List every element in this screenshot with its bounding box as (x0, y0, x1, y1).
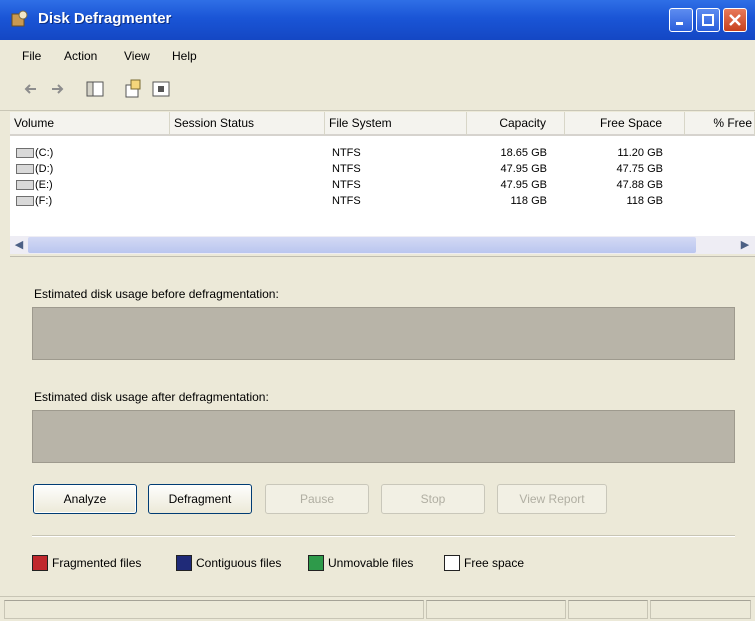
status-bar (0, 596, 755, 621)
volume-name: (F:) (35, 195, 53, 207)
horizontal-scrollbar[interactable]: ◀ ▶ (10, 236, 755, 254)
help-icon[interactable] (150, 78, 172, 100)
legend-label-unmovable: Unmovable files (328, 556, 414, 570)
pause-button[interactable]: Pause (265, 484, 369, 514)
defragment-button[interactable]: Defragment (148, 484, 252, 514)
usage-after-label: Estimated disk usage after defragmentati… (34, 390, 269, 404)
volume-row-e[interactable]: (E:) NTFS 47.95 GB 47.88 GB (10, 177, 755, 193)
volume-name: (D:) (35, 163, 54, 175)
volume-row-c[interactable]: (C:) NTFS 18.65 GB 11.20 GB (10, 145, 755, 161)
legend-swatch-contiguous (176, 555, 192, 571)
scroll-right-arrow-icon[interactable]: ▶ (737, 237, 753, 253)
maximize-button[interactable] (696, 8, 720, 32)
forward-arrow-icon[interactable] (46, 78, 68, 100)
free-space-cell: 47.75 GB (616, 163, 663, 175)
properties-icon[interactable] (122, 78, 144, 100)
hard-drive-icon (16, 180, 34, 191)
volume-row-f[interactable]: (F:) NTFS 118 GB 118 GB (10, 193, 755, 209)
back-arrow-icon[interactable] (20, 78, 42, 100)
usage-after-display (32, 410, 735, 463)
close-button[interactable] (723, 8, 747, 32)
hard-drive-icon (16, 148, 34, 159)
title-bar[interactable]: Disk Defragmenter (0, 0, 755, 40)
capacity-cell: 47.95 GB (500, 179, 547, 191)
legend-swatch-unmovable (308, 555, 324, 571)
defragmenter-app-icon (10, 9, 30, 29)
status-segment (4, 600, 424, 619)
toolbar (0, 70, 755, 111)
usage-before-display (32, 307, 735, 360)
legend-label-fragmented: Fragmented files (52, 556, 142, 570)
hard-drive-icon (16, 164, 34, 175)
menu-bar: File Action View Help (0, 40, 755, 70)
usage-before-label: Estimated disk usage before defragmentat… (34, 287, 279, 301)
capacity-cell: 18.65 GB (500, 147, 547, 159)
minimize-button[interactable] (669, 8, 693, 32)
free-space-cell: 11.20 GB (617, 147, 663, 159)
file-system-cell: NTFS (332, 179, 361, 191)
volume-name: (E:) (35, 179, 53, 191)
close-icon (729, 14, 741, 26)
status-segment (568, 600, 648, 619)
column-header-session-status[interactable]: Session Status (170, 112, 325, 136)
menu-help[interactable]: Help (172, 49, 197, 63)
volume-cell: (F:) (16, 193, 52, 209)
volume-cell: (E:) (16, 177, 53, 193)
capacity-cell: 47.95 GB (500, 163, 547, 175)
column-header-file-system[interactable]: File System (325, 112, 467, 136)
column-header-capacity[interactable]: Capacity (467, 112, 565, 136)
free-space-cell: 47.88 GB (616, 179, 663, 191)
file-system-cell: NTFS (332, 163, 361, 175)
column-header-percent-free[interactable]: % Free (685, 112, 755, 136)
legend: Fragmented files Contiguous files Unmova… (32, 555, 552, 571)
analyze-button[interactable]: Analyze (33, 484, 137, 514)
maximize-icon (702, 14, 714, 26)
legend-swatch-free-space (444, 555, 460, 571)
file-system-cell: NTFS (332, 195, 361, 207)
column-header-free-space[interactable]: Free Space (565, 112, 685, 136)
window-title: Disk Defragmenter (38, 10, 172, 27)
status-segment (426, 600, 566, 619)
legend-label-contiguous: Contiguous files (196, 556, 282, 570)
volume-cell: (D:) (16, 161, 53, 177)
menu-file[interactable]: File (22, 49, 41, 63)
column-header-volume[interactable]: Volume (10, 112, 170, 136)
capacity-cell: 118 GB (510, 195, 548, 207)
legend-label-free-space: Free space (464, 556, 525, 570)
status-segment (650, 600, 751, 619)
minimize-icon (676, 22, 683, 25)
separator (32, 535, 735, 537)
menu-view[interactable]: View (124, 49, 150, 63)
legend-swatch-fragmented (32, 555, 48, 571)
file-system-cell: NTFS (332, 147, 361, 159)
volume-name: (C:) (35, 147, 54, 159)
disk-defragmenter-window: Disk Defragmenter File Action View Help (0, 0, 755, 621)
volume-row-d[interactable]: (D:) NTFS 47.95 GB 47.75 GB (10, 161, 755, 177)
scroll-left-arrow-icon[interactable]: ◀ (11, 237, 27, 253)
volume-cell: (C:) (16, 145, 53, 161)
hard-drive-icon (16, 196, 34, 207)
stop-button[interactable]: Stop (381, 484, 485, 514)
free-space-cell: 118 GB (626, 195, 664, 207)
menu-action[interactable]: Action (64, 49, 97, 63)
scrollbar-thumb[interactable] (28, 237, 696, 253)
view-report-button[interactable]: View Report (497, 484, 607, 514)
volume-list: Volume Session Status File System Capaci… (10, 112, 755, 254)
console-tree-icon[interactable] (84, 78, 106, 100)
